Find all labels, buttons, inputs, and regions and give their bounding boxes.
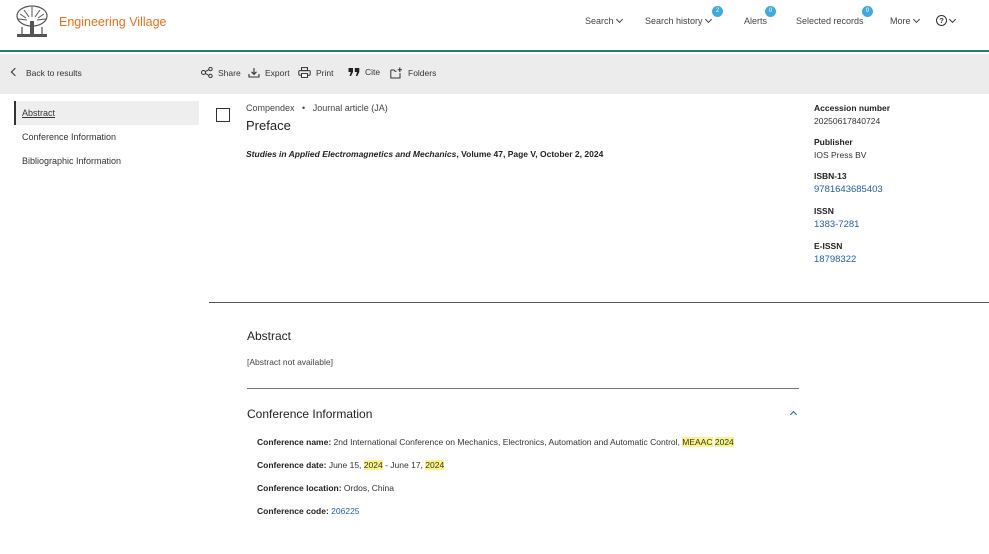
record-toolbar: Back to results Share Export Print Cite …	[0, 54, 989, 94]
nav-more-label: More	[890, 16, 911, 26]
conference-date-row: Conference date: June 15, 2024 - June 17…	[257, 460, 445, 470]
abstract-text: [Abstract not available]	[247, 357, 333, 367]
help-icon[interactable]: ?	[936, 15, 947, 26]
conference-code-label: Conference code:	[257, 506, 329, 516]
share-button[interactable]: Share	[201, 67, 241, 78]
nav-search-history[interactable]: Search history	[645, 15, 712, 26]
chevron-down-icon	[912, 15, 920, 24]
export-button[interactable]: Export	[248, 67, 290, 78]
folders-button[interactable]: Folders	[390, 67, 436, 79]
record-title: Preface	[246, 118, 291, 133]
accession-number-label: Accession number	[814, 103, 891, 113]
nav-alerts-label: Alerts	[744, 16, 768, 26]
record-meta: Compendex • Journal article (JA)	[246, 103, 388, 113]
nav-search[interactable]: Search	[585, 15, 623, 26]
highlight-term: 2024	[363, 460, 383, 470]
publisher-value: IOS Press BV	[814, 150, 867, 160]
issn-label: ISSN	[814, 206, 834, 216]
highlight-term: 2024	[425, 460, 445, 470]
content-divider	[209, 302, 989, 303]
citation-details: , Volume 47, Page V, October 2, 2024	[456, 149, 604, 159]
cite-button[interactable]: Cite	[348, 67, 380, 77]
section-nav-abstract[interactable]: Abstract	[14, 101, 199, 125]
nav-alerts[interactable]: Alerts	[744, 16, 767, 26]
download-icon	[248, 68, 260, 78]
printer-icon	[298, 67, 311, 78]
folders-label: Folders	[408, 68, 437, 78]
nav-selected-records[interactable]: Selected records	[796, 16, 864, 26]
nav-selected-records-label: Selected records	[796, 16, 864, 26]
record-citation: Studies in Applied Electromagnetics and …	[246, 149, 603, 159]
chevron-down-icon	[704, 15, 712, 24]
eissn-label: E-ISSN	[814, 241, 843, 251]
nav-search-history-label: Search history	[645, 16, 703, 26]
chevron-down-icon[interactable]	[948, 15, 957, 24]
citation-journal: Studies in Applied Electromagnetics and …	[246, 149, 457, 159]
nav-more[interactable]: More	[890, 15, 920, 26]
elsevier-tree-logo-icon[interactable]	[14, 5, 50, 39]
record-database: Compendex	[246, 103, 295, 113]
conference-heading: Conference Information	[247, 407, 373, 421]
conference-name-label: Conference name:	[257, 437, 332, 447]
section-nav: Abstract Conference Information Bibliogr…	[14, 101, 199, 173]
folder-add-icon	[390, 67, 402, 79]
conference-name-row: Conference name: 2nd International Confe…	[257, 437, 734, 447]
chevron-down-icon	[615, 15, 623, 24]
section-divider	[247, 388, 799, 389]
selected-records-count-badge: 0	[862, 6, 873, 17]
eissn-link[interactable]: 18798322	[814, 254, 984, 265]
conference-code-row: Conference code: 206225	[257, 506, 360, 516]
back-to-results-link[interactable]: Back to results	[10, 67, 82, 78]
conference-date-end: - June 17,	[385, 460, 423, 470]
select-record-checkbox[interactable]	[216, 108, 230, 122]
cite-label: Cite	[365, 67, 381, 77]
isbn-label: ISBN-13	[814, 171, 847, 181]
conference-date-start: June 15,	[328, 460, 362, 470]
share-label: Share	[218, 67, 241, 78]
record-doc-type: Journal article (JA)	[312, 103, 388, 113]
meta-separator: •	[302, 103, 306, 113]
issn-link[interactable]: 1383-7281	[814, 219, 984, 230]
accession-number-value: 20250617840724	[814, 116, 881, 126]
conference-code-link[interactable]: 206225	[331, 506, 359, 516]
section-nav-conference-information[interactable]: Conference Information	[14, 125, 199, 149]
conference-location-label: Conference location:	[257, 483, 342, 493]
search-history-count-badge: 2	[712, 6, 723, 17]
publisher-label: Publisher	[814, 137, 853, 147]
share-icon	[201, 67, 213, 78]
print-label: Print	[316, 67, 334, 78]
chevron-up-icon[interactable]	[789, 410, 798, 419]
abstract-heading: Abstract	[247, 329, 292, 343]
chevron-left-icon	[10, 67, 20, 77]
export-label: Export	[265, 67, 290, 78]
conference-date-label: Conference date:	[257, 460, 327, 470]
alerts-count-badge: 0	[765, 6, 776, 17]
brand-name[interactable]: Engineering Village	[59, 15, 167, 29]
conference-name-value: 2nd International Conference on Mechanic…	[333, 437, 680, 447]
print-button[interactable]: Print	[298, 67, 333, 78]
conference-location-value: Ordos, China	[343, 483, 395, 493]
conference-location-row: Conference location: Ordos, China	[257, 483, 394, 493]
highlight-term: MEAAC	[682, 437, 713, 447]
nav-search-label: Search	[585, 16, 614, 26]
highlight-term: 2024	[714, 437, 734, 447]
back-to-results-label: Back to results	[26, 68, 82, 78]
quote-icon	[348, 68, 360, 76]
record-details-panel: Accession number 20250617840724 Publishe…	[814, 103, 984, 276]
section-nav-bibliographic-information[interactable]: Bibliographic Information	[14, 149, 199, 173]
isbn-link[interactable]: 9781643685403	[814, 184, 984, 195]
top-header: Engineering Village Search Search histor…	[0, 0, 989, 52]
